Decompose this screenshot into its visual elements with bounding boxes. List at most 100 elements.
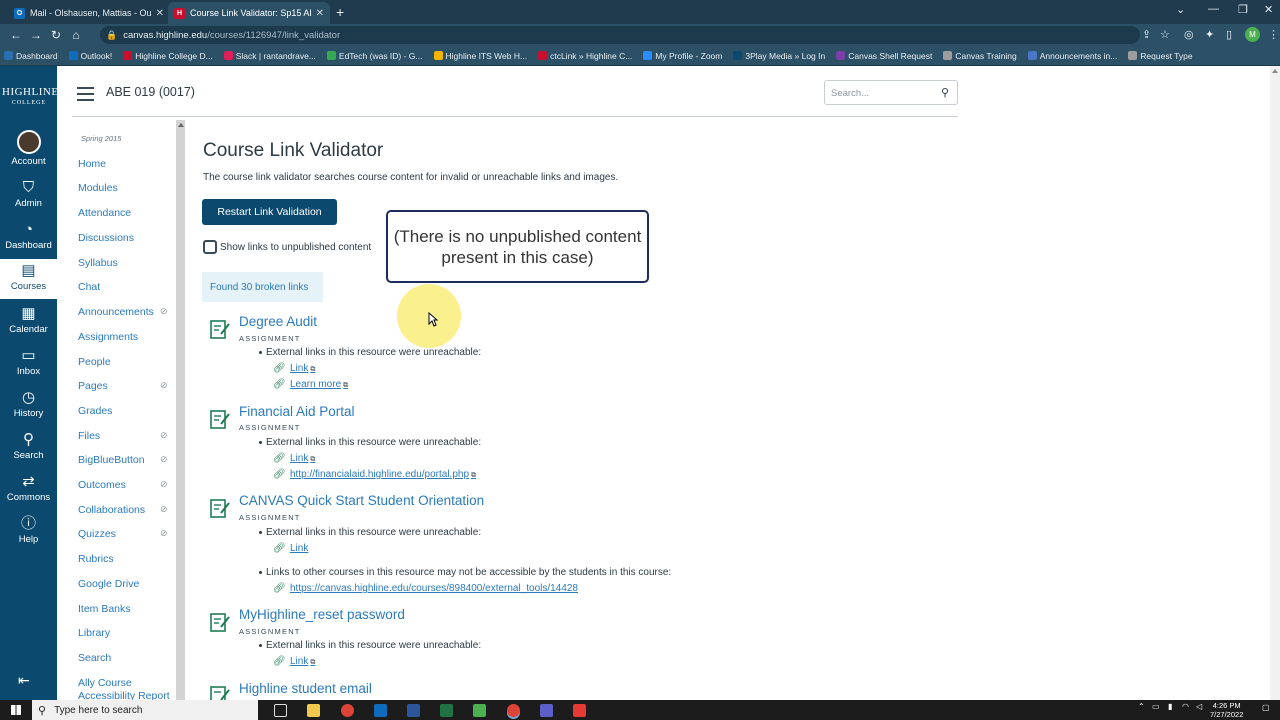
- bookmark-item[interactable]: EdTech (was ID) - G...: [326, 51, 423, 61]
- bookmark-item[interactable]: Canvas Shell Request: [836, 51, 932, 61]
- minimize-icon[interactable]: —: [1208, 3, 1219, 15]
- global-nav-admin[interactable]: ⛉ Admin: [0, 180, 57, 210]
- global-nav-inbox[interactable]: ▭ Inbox: [0, 348, 57, 378]
- close-icon[interactable]: ✕: [156, 8, 164, 19]
- course-nav-announcements[interactable]: Announcements: [78, 306, 154, 318]
- word-icon[interactable]: [407, 704, 420, 717]
- global-nav-search[interactable]: ⚲ Search: [0, 432, 57, 462]
- tab-search-icon[interactable]: ⌄: [1176, 3, 1185, 16]
- outlook-icon[interactable]: [374, 704, 387, 717]
- wifi-icon[interactable]: ◠: [1182, 702, 1189, 711]
- search-input[interactable]: Search... ⚲: [824, 80, 958, 105]
- unpublished-checkbox-label[interactable]: Show links to unpublished content: [220, 242, 371, 253]
- extension-icon[interactable]: ◎: [1184, 28, 1194, 41]
- global-nav-history[interactable]: ◷ History: [0, 390, 57, 420]
- breadcrumb[interactable]: ABE 019 (0017): [106, 85, 195, 99]
- course-nav-home[interactable]: Home: [78, 158, 106, 170]
- bookmark-item[interactable]: Announcements in...: [1027, 51, 1117, 61]
- course-nav-search[interactable]: Search: [78, 652, 111, 664]
- new-tab-icon[interactable]: +: [336, 4, 344, 20]
- bookmark-item[interactable]: ctcLink » Highline C...: [538, 51, 632, 61]
- global-nav-calendar[interactable]: ▦ Calendar: [0, 306, 57, 336]
- course-nav-scrollbar[interactable]: [176, 120, 185, 700]
- camtasia-icon[interactable]: [473, 704, 486, 717]
- task-view-icon[interactable]: [274, 704, 287, 717]
- windows-start-icon[interactable]: [0, 705, 32, 715]
- bookmark-item[interactable]: Highline College D...: [123, 51, 213, 61]
- notification-icon[interactable]: ▢: [1262, 703, 1270, 712]
- course-nav-modules[interactable]: Modules: [78, 182, 118, 194]
- taskbar-clock[interactable]: 4:26 PM 7/27/2022: [1210, 701, 1243, 719]
- global-nav-dashboard[interactable]: ◔ Dashboard: [0, 222, 57, 252]
- teams-icon[interactable]: [540, 704, 553, 717]
- bookmark-item[interactable]: Outlook!: [68, 51, 112, 61]
- puzzle-icon[interactable]: ✦: [1205, 28, 1214, 41]
- broken-link[interactable]: Link ⧉: [290, 453, 315, 464]
- course-menu-toggle[interactable]: [77, 87, 94, 105]
- volume-icon[interactable]: ◁: [1196, 702, 1202, 711]
- share-icon[interactable]: ⇪: [1142, 28, 1151, 41]
- browser-tab-mail[interactable]: O Mail - Olshausen, Mattias - Outlo ✕: [8, 2, 170, 24]
- bookmark-item[interactable]: Slack | rantandrave...: [223, 51, 316, 61]
- highline-logo[interactable]: HIGHLINE COLLEGE: [2, 87, 58, 108]
- bookmark-item[interactable]: Request Type: [1128, 51, 1193, 61]
- global-nav-courses[interactable]: ▤ Courses: [0, 259, 57, 299]
- network-icon[interactable]: ▭: [1152, 702, 1160, 711]
- resource-title[interactable]: CANVAS Quick Start Student Orientation: [239, 493, 484, 508]
- home-icon[interactable]: ⌂: [66, 28, 86, 42]
- broken-link[interactable]: https://canvas.highline.edu/courses/8984…: [290, 583, 578, 594]
- course-nav-chat[interactable]: Chat: [78, 281, 100, 293]
- course-nav-syllabus[interactable]: Syllabus: [78, 257, 118, 269]
- course-nav-bigbluebutton[interactable]: BigBlueButton: [78, 454, 145, 466]
- page-scrollbar[interactable]: [1270, 66, 1280, 700]
- resource-title[interactable]: Financial Aid Portal: [239, 404, 355, 419]
- course-nav-people[interactable]: People: [78, 356, 111, 368]
- menu-icon[interactable]: ⋮: [1268, 28, 1279, 41]
- global-nav-account[interactable]: Account: [0, 130, 57, 167]
- chrome-icon[interactable]: [341, 704, 354, 717]
- broken-link[interactable]: Link ⧉: [290, 656, 315, 667]
- course-nav-pages[interactable]: Pages: [78, 380, 108, 392]
- course-nav-quizzes[interactable]: Quizzes: [78, 528, 116, 540]
- resource-title[interactable]: Degree Audit: [239, 314, 317, 329]
- profile-avatar[interactable]: M: [1245, 27, 1260, 42]
- course-nav-grades[interactable]: Grades: [78, 405, 112, 417]
- collapse-nav-icon[interactable]: ⇤: [18, 672, 30, 689]
- resource-title[interactable]: MyHighline_reset password: [239, 607, 405, 622]
- back-icon[interactable]: ←: [6, 28, 26, 42]
- course-nav-item-banks[interactable]: Item Banks: [78, 603, 131, 615]
- restart-validation-button[interactable]: Restart Link Validation: [202, 199, 337, 225]
- global-nav-commons[interactable]: ⇄ Commons: [0, 474, 57, 504]
- global-nav-help[interactable]: ⓘ Help: [0, 516, 57, 546]
- bookmark-item[interactable]: My Profile - Zoom: [643, 51, 722, 61]
- bookmark-item[interactable]: 3Play Media » Log In: [733, 51, 825, 61]
- close-window-icon[interactable]: ✕: [1264, 3, 1273, 16]
- battery-icon[interactable]: ▮: [1168, 702, 1172, 711]
- bookmark-item[interactable]: Highline ITS Web H...: [433, 51, 527, 61]
- broken-link[interactable]: Learn more ⧉: [290, 379, 348, 390]
- course-nav-assignments[interactable]: Assignments: [78, 331, 138, 343]
- taskbar-search-input[interactable]: ⚲ Type here to search: [32, 700, 258, 720]
- course-nav-collaborations[interactable]: Collaborations: [78, 504, 145, 516]
- tray-chevron-icon[interactable]: ⌃: [1138, 702, 1145, 711]
- browser-tab-canvas[interactable]: H Course Link Validator: Sp15 ABE ✕: [168, 2, 330, 24]
- course-nav-rubrics[interactable]: Rubrics: [78, 553, 114, 565]
- forward-icon[interactable]: →: [26, 28, 46, 42]
- unpublished-checkbox[interactable]: [203, 240, 217, 254]
- broken-link[interactable]: Link ⧉: [290, 363, 315, 374]
- course-nav-attendance[interactable]: Attendance: [78, 207, 131, 219]
- maximize-icon[interactable]: ❐: [1238, 3, 1248, 16]
- reload-icon[interactable]: ↻: [46, 28, 66, 42]
- bookmark-star-icon[interactable]: ☆: [1160, 28, 1170, 41]
- bookmark-item[interactable]: Canvas Training: [943, 51, 1017, 61]
- resource-title[interactable]: Highline student email: [239, 681, 372, 696]
- course-nav-files[interactable]: Files: [78, 430, 100, 442]
- search-icon[interactable]: ⚲: [941, 86, 949, 99]
- sidepanel-icon[interactable]: ▯: [1226, 28, 1232, 41]
- canvas-app-icon[interactable]: [573, 704, 586, 717]
- url-input[interactable]: 🔒 canvas.highline.edu/courses/1126947/li…: [100, 26, 1140, 44]
- chrome-active-icon[interactable]: [507, 704, 520, 717]
- course-nav-discussions[interactable]: Discussions: [78, 232, 134, 244]
- course-nav-library[interactable]: Library: [78, 627, 110, 639]
- course-nav-outcomes[interactable]: Outcomes: [78, 479, 126, 491]
